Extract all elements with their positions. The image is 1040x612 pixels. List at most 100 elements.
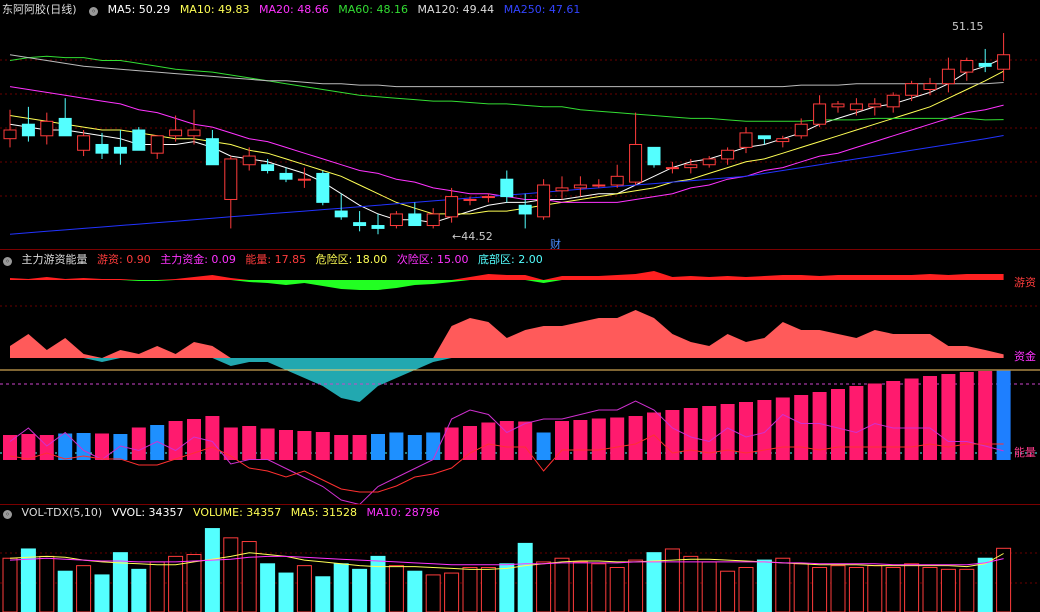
candle-down bbox=[316, 172, 330, 203]
candle-down bbox=[757, 135, 771, 140]
volume-bar-up bbox=[701, 561, 717, 612]
ma10-value: MA10: 49.83 bbox=[179, 3, 250, 16]
candle-up bbox=[776, 138, 790, 143]
candle-up bbox=[169, 129, 183, 137]
candle-down bbox=[334, 210, 348, 218]
energy-bar bbox=[904, 378, 919, 460]
volume-bar-down bbox=[756, 559, 772, 612]
volume-bar-down bbox=[352, 568, 368, 612]
energy-header: ◦ 主力游资能量 游资: 0.90 主力资金: 0.09 能量: 17.85 危… bbox=[0, 252, 549, 268]
volume-bar-up bbox=[572, 561, 588, 612]
volume-bar-up bbox=[996, 547, 1012, 612]
candle-up bbox=[629, 143, 643, 183]
candle-up bbox=[40, 120, 54, 137]
volume-bar-up bbox=[720, 570, 736, 612]
candle-up bbox=[684, 164, 698, 169]
candle-up bbox=[389, 213, 403, 227]
energy-bar bbox=[39, 435, 54, 460]
energy-bar bbox=[205, 416, 220, 460]
volume-bar-down bbox=[131, 568, 147, 612]
volume-bar-down bbox=[517, 542, 533, 612]
volume-bar-up bbox=[241, 541, 257, 612]
volume-bar-up bbox=[462, 567, 478, 612]
energy-bar bbox=[518, 421, 533, 460]
energy-bar bbox=[867, 383, 882, 460]
energy-bar bbox=[536, 432, 551, 460]
ma250-value: MA250: 47.61 bbox=[503, 3, 581, 16]
candle-down bbox=[205, 138, 219, 166]
energy-bar bbox=[499, 421, 514, 460]
volume-bar-up bbox=[223, 537, 239, 612]
candle-down bbox=[518, 204, 532, 215]
ma60-value: MA60: 48.16 bbox=[338, 3, 408, 16]
ma20-value: MA20: 48.66 bbox=[259, 3, 329, 16]
settings-circle-icon[interactable]: ◦ bbox=[3, 257, 12, 266]
candle-down bbox=[408, 213, 422, 227]
cixian-value: 次险区: 15.00 bbox=[396, 253, 469, 266]
candle-up bbox=[849, 103, 863, 111]
energy-bar bbox=[628, 416, 643, 460]
candle-up bbox=[592, 184, 606, 187]
candle-down bbox=[647, 146, 661, 166]
volume-bar-up bbox=[554, 557, 570, 612]
energy-bar bbox=[959, 372, 974, 460]
energy-bar bbox=[739, 402, 753, 460]
price-chart[interactable] bbox=[0, 0, 1040, 248]
price-header: 东阿阿胶(日线) ◦ MA5: 50.29 MA10: 49.83 MA20: … bbox=[0, 2, 586, 18]
ma60-line bbox=[9, 55, 1004, 122]
youzi-area-positive bbox=[10, 271, 1004, 280]
energy-bar bbox=[610, 417, 625, 460]
volume-bar-down bbox=[278, 572, 294, 612]
settings-circle-icon[interactable]: ◦ bbox=[3, 510, 12, 519]
energy-chart[interactable] bbox=[0, 250, 1040, 504]
vol-title[interactable]: VOL-TDX(5,10) bbox=[22, 506, 103, 519]
volume-bar-up bbox=[480, 567, 496, 612]
candle-up bbox=[537, 184, 551, 218]
youzi-area-negative bbox=[10, 280, 1004, 290]
volume-bar-up bbox=[425, 574, 441, 612]
energy-bar bbox=[683, 408, 698, 460]
candle-up bbox=[721, 149, 735, 160]
candle-up bbox=[997, 54, 1011, 70]
volume-bar-up bbox=[388, 565, 404, 612]
energy-bar bbox=[223, 427, 238, 460]
energy-bar bbox=[297, 431, 312, 460]
zijin-axis-label: 资金 bbox=[1014, 350, 1036, 363]
candle-up bbox=[665, 167, 679, 170]
vol-ma5-value: MA5: 31528 bbox=[290, 506, 358, 519]
energy-panel: ◦ 主力游资能量 游资: 0.90 主力资金: 0.09 能量: 17.85 危… bbox=[0, 250, 1040, 504]
candle-up bbox=[923, 83, 937, 90]
stock-title[interactable]: 东阿阿胶(日线) bbox=[2, 3, 77, 16]
high-price-label: 51.15 bbox=[952, 20, 984, 33]
candle-down bbox=[58, 117, 72, 137]
volume-header: ◦ VOL-TDX(5,10) VVOL: 34357 VOLUME: 3435… bbox=[0, 505, 446, 521]
ma120-line bbox=[9, 54, 1004, 88]
energy-bar bbox=[315, 432, 330, 460]
candle-down bbox=[95, 143, 109, 154]
volume-bar-down bbox=[499, 563, 515, 612]
candle-down bbox=[261, 164, 275, 172]
volume-bar-down bbox=[370, 555, 386, 612]
settings-circle-icon[interactable]: ◦ bbox=[89, 7, 99, 16]
volume-bar-up bbox=[940, 568, 956, 612]
candle-up bbox=[426, 213, 440, 227]
volume-bar-up bbox=[591, 563, 607, 612]
energy-bar bbox=[242, 426, 257, 460]
candle-up bbox=[573, 184, 587, 189]
candle-up bbox=[813, 103, 827, 125]
volume-bar-up bbox=[867, 565, 883, 612]
energy-bar bbox=[389, 432, 404, 460]
energy-bar bbox=[978, 371, 993, 460]
energy-bar bbox=[150, 425, 165, 460]
volume-bar-down bbox=[57, 570, 73, 612]
low-price-label: ←44.52 bbox=[452, 230, 493, 243]
weixian-value: 危险区: 18.00 bbox=[315, 253, 388, 266]
volume-bar-up bbox=[536, 561, 552, 612]
volume-chart[interactable] bbox=[0, 505, 1040, 612]
energy-bar bbox=[426, 432, 441, 460]
zijin-area-positive bbox=[10, 310, 1004, 358]
candle-down bbox=[353, 222, 367, 227]
energy-title[interactable]: 主力游资能量 bbox=[22, 253, 88, 266]
energy-bar bbox=[279, 430, 293, 460]
low-price-value: 44.52 bbox=[461, 230, 493, 243]
